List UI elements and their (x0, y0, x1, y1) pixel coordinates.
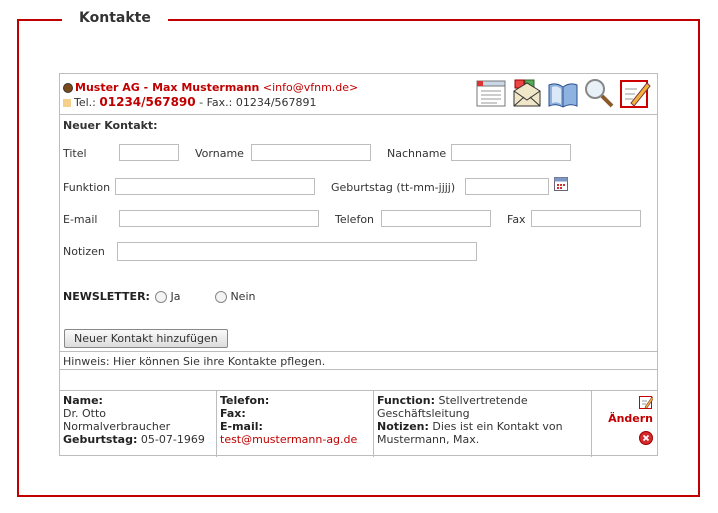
company-name: Muster AG - Max Mustermann (75, 81, 260, 94)
contact-fax-label: Fax: (220, 407, 246, 420)
mail-icon[interactable] (511, 77, 543, 109)
calendar-icon[interactable] (554, 177, 568, 194)
telefon-field[interactable] (381, 210, 491, 227)
email-label: E-mail (63, 213, 98, 226)
titel-field[interactable] (119, 144, 179, 161)
status-dot-icon (63, 83, 73, 93)
newsletter-nein-radio[interactable] (215, 291, 228, 303)
vorname-label: Vorname (195, 147, 244, 160)
contact-name: Dr. Otto (63, 407, 106, 420)
telefon-label: Telefon (335, 213, 375, 226)
company-email-link[interactable]: <info@vfnm.de> (263, 81, 358, 94)
contact-comm-cell: Telefon: Fax: E-mail: test@mustermann-ag… (217, 391, 374, 457)
vorname-field[interactable] (251, 144, 371, 161)
phone-marker-icon (63, 99, 71, 107)
contact-type: Normalverbraucher (63, 420, 171, 433)
contact-name-label: Name: (63, 394, 103, 407)
toolbar (475, 77, 651, 109)
titel-label: Titel (63, 147, 87, 160)
fax-label: Fax (507, 213, 526, 226)
newsletter-row: NEWSLETTER: Ja Nein (63, 290, 255, 303)
geburtstag-label: Geburtstag (tt-mm-jjjj) (331, 181, 456, 194)
newsletter-label: NEWSLETTER: (63, 290, 150, 303)
contact-telefon-label: Telefon: (220, 394, 270, 407)
delete-contact-icon[interactable] (639, 431, 653, 448)
hint-text: Hinweis: Hier können Sie ihre Kontakte p… (60, 351, 657, 370)
contact-actions-cell: Ändern (592, 391, 657, 457)
email-field[interactable] (119, 210, 319, 227)
contact-birthday: 05-07-1969 (140, 433, 205, 446)
contact-function-label: Function: (377, 394, 435, 407)
phone-number: 01234/567890 (99, 95, 196, 109)
contact-email-link[interactable]: test@mustermann-ag.de (220, 433, 357, 446)
newsletter-ja-label: Ja (170, 290, 181, 303)
edit-contact-link[interactable]: Ändern (608, 412, 653, 425)
notizen-label: Notizen (63, 245, 105, 258)
funktion-label: Funktion (63, 181, 111, 194)
contact-email-label: E-mail: (220, 420, 263, 433)
contact-notes-label: Notizen: (377, 420, 429, 433)
contact-name-cell: Name: Dr. Otto Normalverbraucher Geburts… (60, 391, 217, 457)
search-icon[interactable] (583, 77, 615, 109)
newsletter-ja-radio[interactable] (155, 291, 168, 303)
section-title: Kontakte (62, 10, 168, 26)
list-icon[interactable] (475, 77, 507, 109)
geburtstag-field[interactable] (465, 178, 549, 195)
contact-birthday-label: Geburtstag: (63, 433, 138, 446)
phone-label: Tel.: (74, 96, 96, 109)
company-header: Muster AG - Max Mustermann <info@vfnm.de… (60, 74, 657, 115)
form-title: Neuer Kontakt: (63, 119, 158, 132)
newsletter-nein-label: Nein (230, 290, 256, 303)
contact-info-cell: Function: Stellvertretende Geschäftsleit… (374, 391, 592, 457)
funktion-field[interactable] (115, 178, 315, 195)
book-icon[interactable] (547, 77, 579, 109)
nachname-label: Nachname (387, 147, 447, 160)
notizen-field[interactable] (117, 242, 477, 261)
add-contact-button[interactable]: Neuer Kontakt hinzufügen (64, 329, 228, 348)
edit-contact-icon[interactable] (639, 395, 654, 412)
contact-row: Name: Dr. Otto Normalverbraucher Geburts… (60, 390, 657, 457)
fax-field[interactable] (531, 210, 641, 227)
fax-text: - Fax.: 01234/567891 (199, 96, 317, 109)
edit-icon[interactable] (619, 77, 651, 109)
contacts-panel: Muster AG - Max Mustermann <info@vfnm.de… (59, 73, 658, 457)
nachname-field[interactable] (451, 144, 571, 161)
